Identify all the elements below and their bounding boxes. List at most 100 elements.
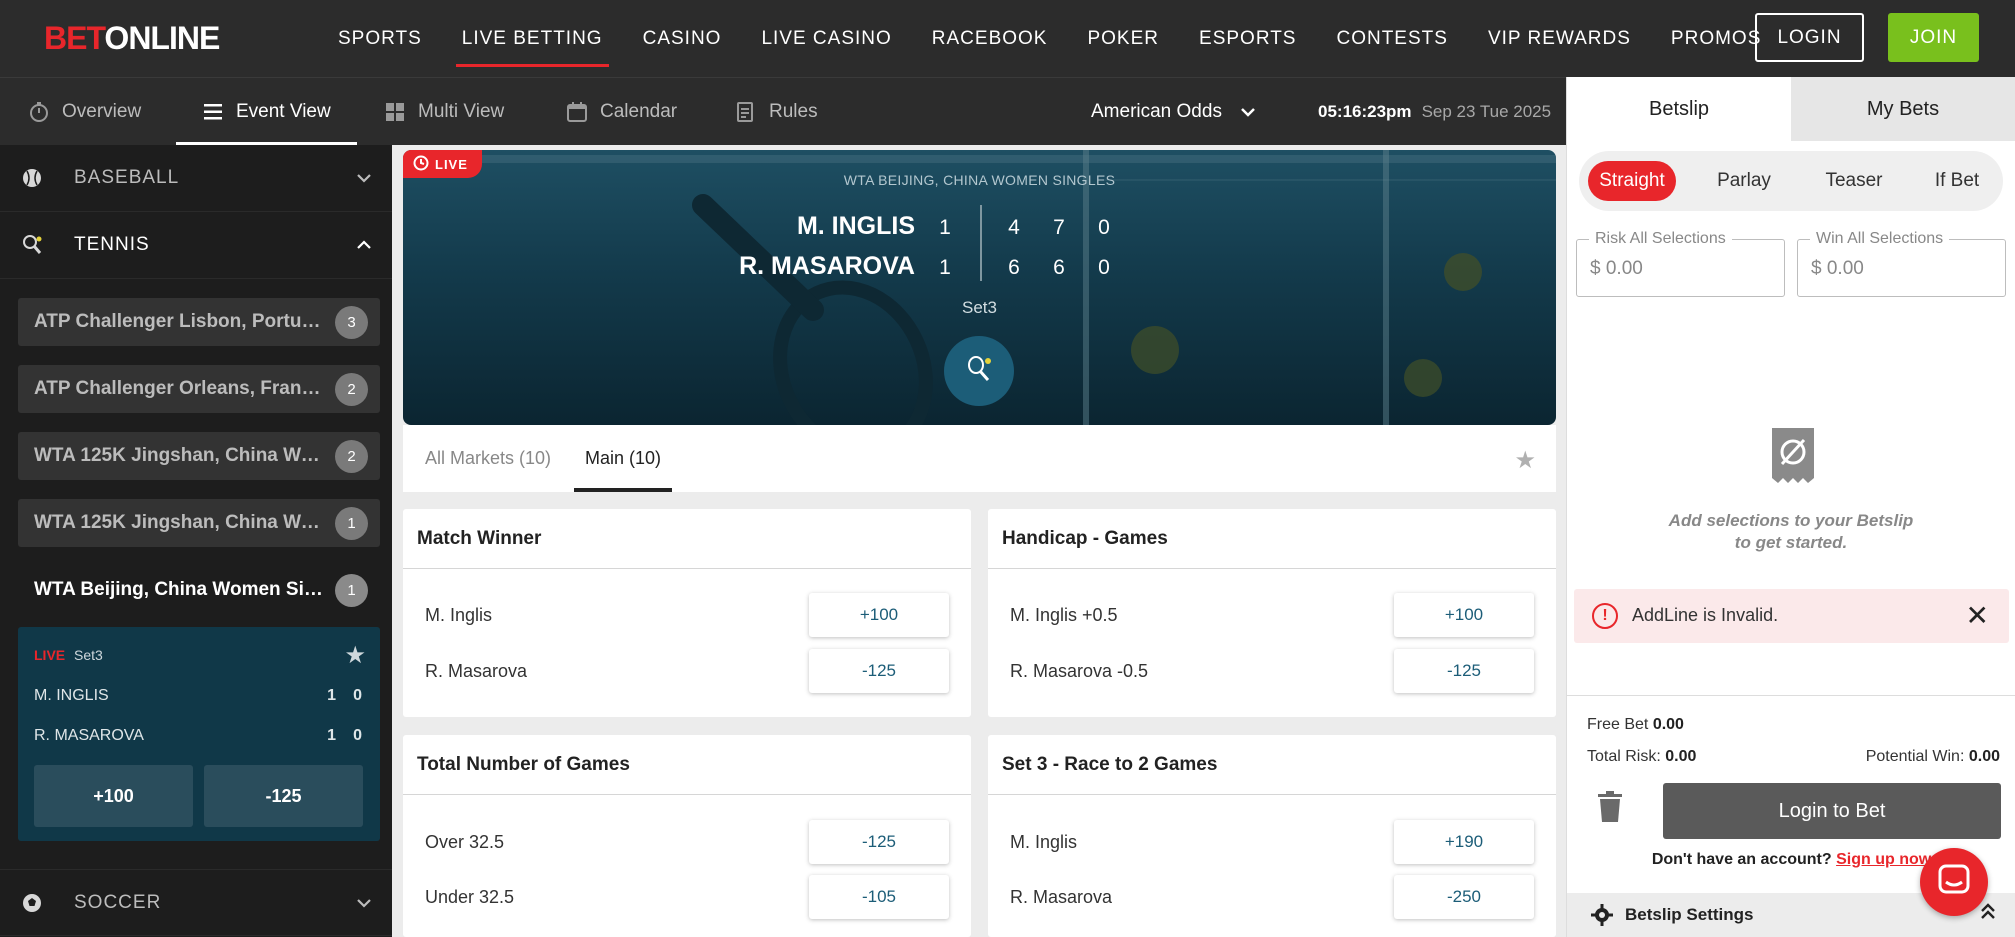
bet-type-parlay[interactable]: Parlay — [1699, 161, 1789, 201]
chevron-up-icon — [354, 235, 374, 255]
nav-live-casino[interactable]: LIVE CASINO — [741, 0, 911, 77]
player2-sets: 1 — [939, 256, 951, 279]
join-button[interactable]: JOIN — [1888, 13, 1979, 62]
odds-button[interactable]: -250 — [1394, 875, 1534, 919]
sport-tennis[interactable]: TENNIS — [0, 212, 392, 279]
risk-all-input[interactable]: Risk All Selections $ 0.00 — [1576, 230, 1785, 297]
nav-vip-rewards[interactable]: VIP REWARDS — [1468, 0, 1651, 77]
star-icon[interactable]: ★ — [1514, 446, 1536, 475]
tab-betslip[interactable]: Betslip — [1567, 77, 1791, 141]
odds-button[interactable]: -125 — [1394, 649, 1534, 693]
player1-set2: 7 — [1053, 216, 1065, 239]
odds-button[interactable]: +100 — [809, 593, 949, 637]
nav-sports[interactable]: SPORTS — [318, 0, 442, 77]
league-count: 2 — [335, 439, 368, 473]
live-event-card[interactable]: LIVE Set3 ★ M. INGLIS 1 0 R. MASAROVA 1 … — [18, 627, 380, 841]
tab-rules[interactable]: Rules — [735, 78, 818, 146]
league-name: WTA Beijing, China Women Singles — [34, 579, 329, 600]
market-card-match-winner: Match Winner M. Inglis +100 R. Masarova … — [403, 509, 971, 717]
alert-icon: ! — [1592, 603, 1618, 629]
login-button[interactable]: LOGIN — [1755, 13, 1864, 62]
player2-set3: 0 — [1098, 256, 1110, 279]
nav-live-betting[interactable]: LIVE BETTING — [442, 0, 623, 77]
grid-icon — [384, 101, 406, 123]
tab-calendar[interactable]: Calendar — [566, 78, 677, 146]
league-atp-orleans[interactable]: ATP Challenger Orleans, France Men Singl… — [18, 365, 380, 413]
league-wta-beijing[interactable]: WTA Beijing, China Women Singles 1 — [18, 566, 380, 614]
odds-button[interactable]: -125 — [809, 820, 949, 864]
selection-row: M. Inglis +100 — [403, 592, 971, 638]
player2-set2: 6 — [1053, 256, 1065, 279]
nav-esports[interactable]: ESPORTS — [1179, 0, 1316, 77]
soccer-ball-icon — [20, 891, 44, 915]
total-risk-label: Total Risk: — [1587, 748, 1661, 765]
tab-main[interactable]: Main (10) — [573, 425, 673, 492]
odds-button[interactable]: -105 — [809, 875, 949, 919]
tab-calendar-label: Calendar — [600, 101, 678, 122]
nav-casino[interactable]: CASINO — [623, 0, 742, 77]
player-row: M. INGLIS 1 0 — [34, 687, 362, 709]
odds-button[interactable]: +100 — [1394, 593, 1534, 637]
win-all-value: $ 0.00 — [1811, 258, 1864, 279]
chat-button[interactable] — [1920, 848, 1988, 916]
betslip-footer: Free Bet 0.00 Total Risk: 0.00 Potential… — [1567, 695, 2015, 868]
sport-baseball[interactable]: BASEBALL — [0, 145, 392, 212]
chevron-down-icon — [354, 893, 374, 913]
free-bet-value: 0.00 — [1652, 716, 1684, 733]
bet-type-teaser[interactable]: Teaser — [1809, 161, 1899, 201]
odds-format-value: American Odds — [1091, 101, 1222, 122]
bet-type-straight[interactable]: Straight — [1588, 161, 1676, 201]
market-tabs: All Markets (10) Main (10) ★ — [403, 425, 1556, 492]
odds-button-player2[interactable]: -125 — [204, 765, 363, 827]
risk-all-value: $ 0.00 — [1590, 258, 1643, 279]
sport-soccer[interactable]: SOCCER — [0, 869, 392, 936]
close-icon[interactable]: ✕ — [1966, 599, 1989, 632]
win-all-label: Win All Selections — [1810, 230, 1950, 248]
tab-multi-view[interactable]: Multi View — [384, 78, 504, 146]
league-atp-lisbon[interactable]: ATP Challenger Lisbon, Portugal Men Sing… — [18, 298, 380, 346]
nav-poker[interactable]: POKER — [1067, 0, 1179, 77]
win-all-input[interactable]: Win All Selections $ 0.00 — [1797, 230, 2006, 297]
trash-icon[interactable] — [1597, 791, 1623, 823]
bet-type-if-bet[interactable]: If Bet — [1915, 161, 1999, 201]
tab-my-bets[interactable]: My Bets — [1791, 77, 2015, 141]
list-icon — [202, 101, 224, 123]
total-risk-line: Total Risk: 0.00 — [1587, 748, 1696, 766]
current-set-label: Set3 — [962, 298, 997, 317]
tab-overview[interactable]: Overview — [28, 78, 141, 146]
player2-set1: 6 — [1008, 256, 1020, 279]
clock: 05:16:23pm Sep 23 Tue 2025 — [1318, 78, 1551, 146]
sign-up-link[interactable]: Sign up now — [1836, 851, 1931, 868]
clock-time: 05:16:23pm — [1318, 102, 1412, 121]
league-count: 3 — [335, 305, 368, 339]
empty-line2: to get started. — [1734, 533, 1848, 552]
player-row: R. MASAROVA 1 0 — [34, 727, 362, 749]
tab-event-view[interactable]: Event View — [176, 78, 357, 146]
login-to-bet-button[interactable]: Login to Bet — [1663, 783, 2001, 839]
league-wta-jingshan-singles[interactable]: WTA 125K Jingshan, China Women Singles 2 — [18, 432, 380, 480]
player1-name: M. INGLIS — [796, 212, 915, 240]
odds-button-player1[interactable]: +100 — [34, 765, 193, 827]
baseball-icon — [20, 166, 44, 190]
gear-icon — [1591, 904, 1613, 926]
betslip-panel: Betslip My Bets Straight Parlay Teaser I… — [1566, 77, 2015, 937]
player1-set1: 4 — [1008, 216, 1020, 239]
nav-racebook[interactable]: RACEBOOK — [912, 0, 1068, 77]
nav-contests[interactable]: CONTESTS — [1316, 0, 1467, 77]
error-alert: ! AddLine is Invalid. ✕ — [1574, 589, 2009, 643]
betonline-logo[interactable]: BETONLINE — [44, 20, 220, 57]
tab-all-markets[interactable]: All Markets (10) — [425, 425, 551, 492]
total-risk-value: 0.00 — [1665, 748, 1697, 765]
star-icon[interactable]: ★ — [344, 641, 366, 670]
tennis-sport-button[interactable] — [944, 336, 1014, 406]
player2-name: R. MASAROVA — [739, 252, 915, 280]
league-wta-jingshan-doubles[interactable]: WTA 125K Jingshan, China Women Doubles 1 — [18, 499, 380, 547]
odds-format-select[interactable]: American Odds — [1091, 78, 1256, 146]
market-card-set3-race: Set 3 - Race to 2 Games M. Inglis +190 R… — [988, 735, 1556, 937]
tab-rules-label: Rules — [769, 101, 818, 122]
chevron-down-icon — [354, 168, 374, 188]
no-account-text: Don't have an account? — [1651, 851, 1832, 868]
chevron-down-icon — [1240, 101, 1256, 123]
odds-button[interactable]: -125 — [809, 649, 949, 693]
odds-button[interactable]: +190 — [1394, 820, 1534, 864]
